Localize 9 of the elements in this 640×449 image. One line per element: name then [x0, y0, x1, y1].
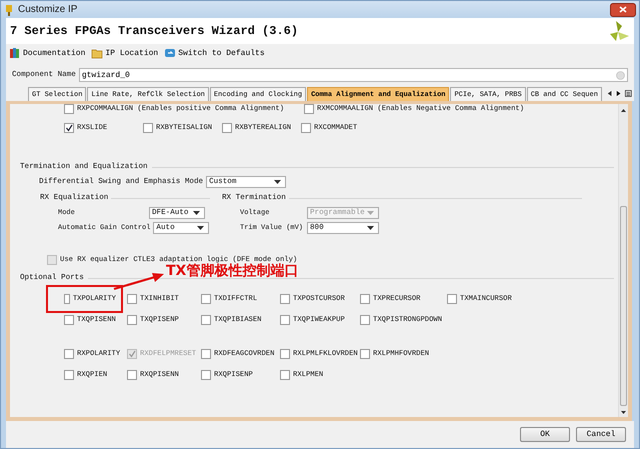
toolbar-button[interactable]: Documentation — [9, 47, 86, 59]
text-field[interactable]: gtwizard_0 — [78, 68, 628, 82]
wizard-title: 7 Series FPGAs Transceivers Wizard (3.6) — [10, 24, 298, 38]
dialog-button[interactable]: OK — [520, 427, 570, 442]
annotation-text: TX管脚极性控制端口 — [166, 262, 298, 280]
toolbar-button[interactable]: IP Location — [91, 47, 158, 59]
dialog-button[interactable]: Cancel — [576, 427, 626, 442]
window-title: Customize IP — [18, 4, 78, 15]
toolbar-button[interactable]: Switch to Defaults — [164, 47, 265, 59]
